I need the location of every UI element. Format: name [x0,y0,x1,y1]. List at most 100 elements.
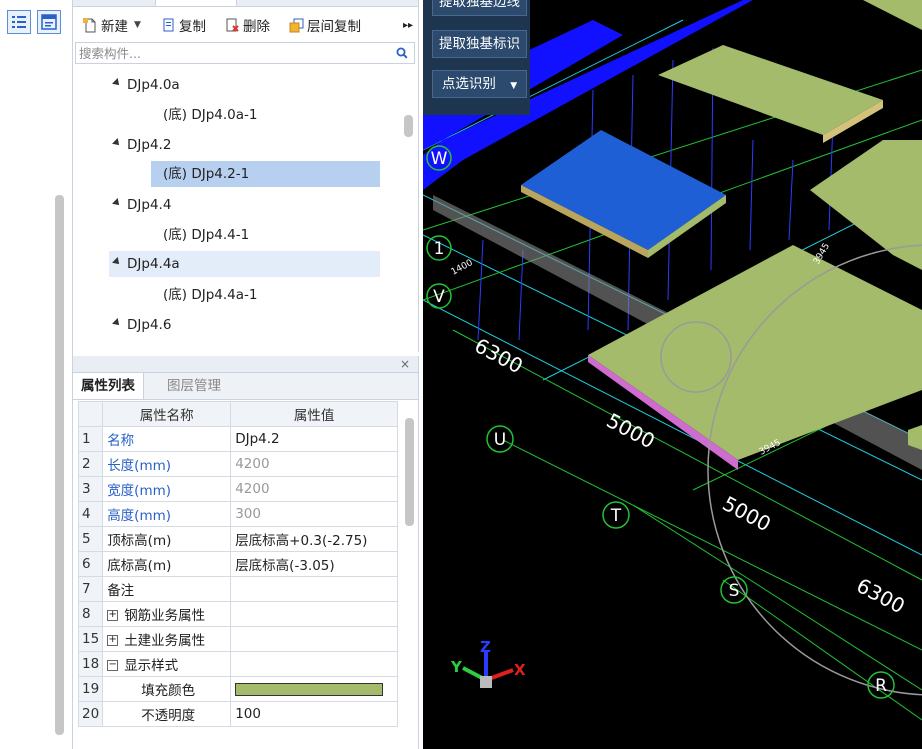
property-tabs: 属性列表 图层管理 [73,373,418,400]
axis-label-s: S [729,581,740,601]
property-scrollbar[interactable] [405,418,414,526]
tree-node-label: (底) DJp4.4a-1 [163,287,258,303]
delete-button[interactable]: 删除 [225,16,270,35]
property-name: 顶标高(m) [102,526,232,552]
expand-plus-icon[interactable]: + [107,609,119,621]
tree-node-leaf[interactable]: (底) DJp4.4a-1 [163,282,257,308]
tree-node-label: (底) DJp4.2-1 [163,166,250,182]
property-value[interactable]: 层底标高(-3.05) [230,551,398,577]
left-scrollbar[interactable] [55,195,64,735]
tab-layer-management[interactable]: 图层管理 [159,373,229,399]
point-recognize-button[interactable]: 点选识别 ▼ [432,70,527,98]
search-icon[interactable] [396,47,408,59]
expand-arrow-icon[interactable] [112,78,122,88]
property-value[interactable]: DJp4.2 [230,426,398,452]
fill-color-value[interactable] [230,676,398,702]
property-value[interactable] [230,576,398,602]
delete-label: 删除 [243,19,270,35]
table-row[interactable]: 3 宽度(mm) 4200 [77,476,398,502]
table-row[interactable]: 2 长度(mm) 4200 [77,451,398,477]
copy-button[interactable]: 复制 [161,16,206,35]
copy-icon [163,18,174,31]
table-row[interactable]: 5 顶标高(m) 层底标高+0.3(-2.75) [77,526,398,552]
tree-node-group[interactable]: DJp4.2 [112,132,172,158]
axis-label-v: V [433,287,445,307]
footing-slab-selected[interactable] [521,130,726,250]
row-number: 15 [77,626,104,652]
row-number: 20 [77,701,104,727]
expand-arrow-icon[interactable] [112,257,122,267]
axis-gizmo: Y X Z [450,638,526,688]
property-value[interactable]: 层底标高+0.3(-2.75) [230,526,398,552]
floor-copy-button[interactable]: 层间复制 [289,16,361,35]
property-name: 名称 [102,426,232,452]
property-value[interactable]: 100 [230,701,398,727]
list-view-icon[interactable] [7,10,31,34]
tree-scrollbar[interactable] [404,115,413,137]
tree-node-label: DJp4.4 [127,197,172,213]
table-row[interactable]: 1 名称 DJp4.2 [77,426,398,452]
footing-slab[interactable] [863,0,922,30]
table-row[interactable]: 20 不透明度 100 [77,701,398,727]
floor-copy-label: 层间复制 [307,19,361,35]
recognition-toolbar: 提取独基边线 提取独基标识 点选识别 ▼ [423,0,530,115]
collapse-minus-icon[interactable]: − [107,659,119,671]
property-value [230,626,398,652]
dim-label: 5000 [603,408,659,453]
panel-tab[interactable] [155,0,237,6]
tree-node-leaf[interactable]: (底) DJp4.4-1 [163,222,249,248]
new-button[interactable]: 新建 ▼ [83,16,141,35]
table-row[interactable]: 4 高度(mm) 300 [77,501,398,527]
expand-arrow-icon[interactable] [112,318,122,328]
table-row[interactable]: 19 填充颜色 [77,676,398,702]
table-row-group[interactable]: 15 + 土建业务属性 [77,626,398,652]
table-row-group[interactable]: 18 − 显示样式 [77,651,398,677]
row-number: 3 [77,476,104,502]
left-icon-strip [0,0,73,749]
property-name: 备注 [102,576,232,602]
property-table: 属性名称 属性值 1 名称 DJp4.2 2 长度(mm) 4200 3 宽度(… [77,401,398,727]
expand-arrow-icon[interactable] [112,198,122,208]
tree-node-leaf-selected[interactable]: (底) DJp4.2-1 [151,161,380,187]
tree-node-leaf[interactable]: (底) DJp4.0a-1 [163,102,257,128]
expand-arrow-icon[interactable] [112,138,122,148]
property-value[interactable]: 300 [230,501,398,527]
axis-label-w: W [431,149,448,169]
detail-view-icon[interactable] [37,10,61,34]
axis-label-u: U [494,430,506,450]
new-dropdown-arrow[interactable]: ▼ [134,20,141,30]
dropdown-arrow-icon[interactable]: ▼ [510,81,517,91]
tree-node-label: DJp4.2 [127,137,172,153]
toolbar-more-button[interactable]: ▸▸ [403,16,413,34]
table-row-group[interactable]: 8 + 钢筋业务属性 [77,601,398,627]
gizmo-x-label: X [514,661,526,679]
tree-node-group[interactable]: DJp4.6 [112,312,171,338]
tree-node-group-hover[interactable]: DJp4.4a [109,251,380,277]
small-dim-label: 1400 [450,258,475,278]
table-row[interactable]: 7 备注 [77,576,398,602]
fill-color-swatch[interactable] [235,682,384,696]
extract-footing-label-button[interactable]: 提取独基标识 [432,30,527,58]
expand-plus-icon[interactable]: + [107,634,119,646]
tree-node-label: (底) DJp4.4-1 [163,227,250,243]
search-input[interactable] [79,44,379,62]
3d-viewport[interactable]: W 1 V U T S R 6300 5000 5000 6300 3945 1… [423,0,922,749]
tree-node-group[interactable]: DJp4.0a [112,72,180,98]
tab-property-list[interactable]: 属性列表 [73,373,144,399]
property-value[interactable]: 4200 [230,451,398,477]
extract-footing-edge-button[interactable]: 提取独基边线 [432,0,527,16]
property-name: 底标高(m) [102,551,232,577]
row-number-header [77,401,104,427]
close-icon[interactable]: × [400,356,410,372]
copy-label: 复制 [179,19,206,35]
row-number: 19 [77,676,104,702]
property-name: 填充颜色 [102,676,232,702]
tree-node-group[interactable]: DJp4.4 [112,192,172,218]
table-row[interactable]: 6 底标高(m) 层底标高(-3.05) [77,551,398,577]
axis-label-r: R [875,676,887,696]
row-number: 7 [77,576,104,602]
table-header: 属性名称 属性值 [77,401,398,427]
property-value[interactable]: 4200 [230,476,398,502]
component-panel: 新建 ▼ 复制 删除 层间复制 ▸▸ DJp4.0a (底) DJp4.0a-1… [73,0,419,352]
property-value [230,651,398,677]
